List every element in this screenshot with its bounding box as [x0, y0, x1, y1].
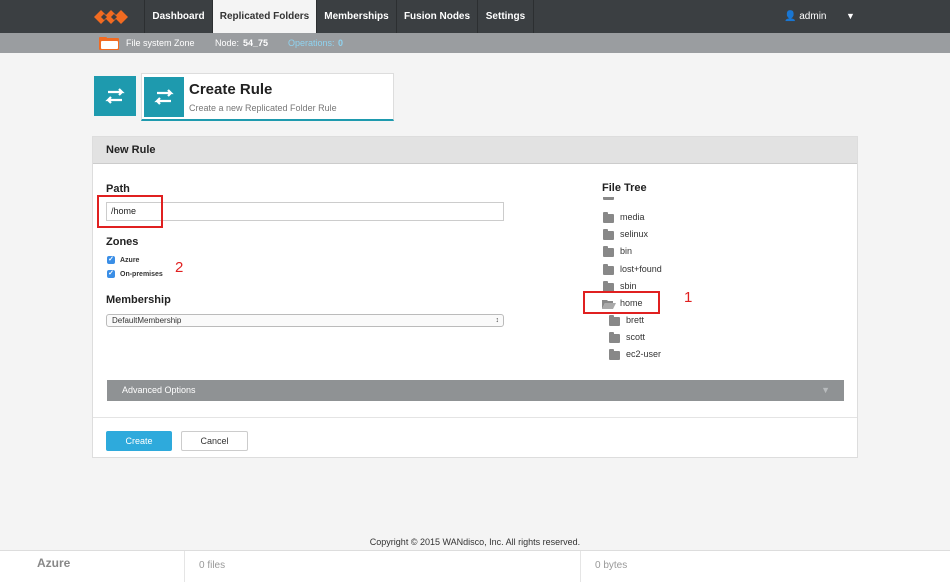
select-arrows-icon: ↕ [495, 317, 500, 324]
zone-azure-label: Azure [120, 256, 140, 264]
table-cell: Azure [0, 551, 184, 582]
folder-icon [609, 315, 620, 326]
folder-icon [99, 37, 119, 50]
top-nav: Dashboard Replicated Folders Memberships… [0, 0, 950, 33]
wandisco-logo[interactable] [94, 6, 134, 28]
folder-icon [603, 264, 614, 275]
status-bar: File system Zone Node: 54_75 Operations:… [0, 33, 950, 53]
node-label: Node: [215, 38, 240, 48]
file-tree: mnt media selinux bin lost+found sbin [602, 197, 802, 367]
advanced-options-toggle[interactable]: Advanced Options ▼ [107, 380, 844, 401]
zone-name: File system Zone [126, 38, 195, 48]
checkbox-checked-icon[interactable]: ✓ [107, 270, 115, 278]
panel-title: New Rule [106, 144, 156, 156]
annotation-number-1: 1 [684, 289, 693, 306]
annotation-box-path [97, 195, 163, 228]
tab-memberships[interactable]: Memberships [316, 0, 396, 33]
file-tree-label: File Tree [602, 182, 647, 194]
advanced-options-label: Advanced Options [122, 385, 196, 395]
replicate-icon [144, 77, 184, 117]
new-rule-panel: New Rule Path /home Zones ✓ Azure ✓ On-pre… [92, 136, 858, 458]
annotation-number-2: 2 [175, 259, 184, 276]
table-row: Azure 0 files 0 bytes [0, 550, 950, 582]
tab-fusion-nodes[interactable]: Fusion Nodes [396, 0, 477, 33]
zone-on-premises-label: On-premises [120, 270, 163, 278]
annotation-box-home [583, 291, 660, 314]
membership-label: Membership [106, 294, 171, 306]
table-cell: 0 bytes [580, 551, 945, 582]
copyright-text: Copyright © 2015 WANdisco, Inc. All righ… [369, 537, 581, 547]
cancel-button[interactable]: Cancel [181, 431, 248, 451]
node-value: 54_75 [243, 38, 269, 48]
chevron-down-icon: ▼ [821, 385, 830, 395]
zone-on-premises[interactable]: ✓ On-premises [107, 270, 163, 278]
folder-icon [609, 349, 620, 360]
zone-name-cell: Azure [37, 556, 71, 570]
table-cell: 0 files [184, 551, 580, 582]
user-icon: 👤 [784, 11, 797, 22]
path-label: Path [106, 183, 130, 195]
zones-label: Zones [106, 236, 139, 248]
folder-icon [609, 332, 620, 343]
user-name: admin [799, 11, 827, 22]
tab-settings[interactable]: Settings [477, 0, 534, 33]
divider [93, 417, 857, 418]
operations-value[interactable]: 0 [338, 33, 343, 53]
folder-icon [603, 197, 614, 200]
files-count: 0 files [199, 560, 226, 571]
create-button[interactable]: Create [106, 431, 172, 451]
tab-replicated-folders[interactable]: Replicated Folders [212, 0, 316, 33]
caret-down-icon[interactable]: ▼ [846, 0, 855, 33]
panel-header: New Rule [93, 137, 857, 164]
folder-icon [603, 212, 614, 223]
operations-label[interactable]: Operations: [288, 33, 335, 53]
page-title: Create Rule [189, 81, 273, 98]
folder-icon [603, 229, 614, 240]
user-menu[interactable]: 👤 admin [784, 0, 826, 33]
bytes-count: 0 bytes [595, 560, 628, 571]
zone-azure[interactable]: ✓ Azure [107, 256, 139, 264]
path-input[interactable]: /home [106, 202, 504, 221]
membership-select[interactable]: DefaultMembership ↕ [106, 314, 504, 327]
folder-icon [603, 246, 614, 257]
checkbox-checked-icon[interactable]: ✓ [107, 256, 115, 264]
membership-value: DefaultMembership [112, 316, 182, 325]
page-subtitle: Create a new Replicated Folder Rule [189, 103, 337, 113]
tab-dashboard[interactable]: Dashboard [144, 0, 212, 33]
page-header: Create Rule Create a new Replicated Fold… [141, 73, 394, 121]
replicate-icon[interactable] [94, 76, 136, 116]
